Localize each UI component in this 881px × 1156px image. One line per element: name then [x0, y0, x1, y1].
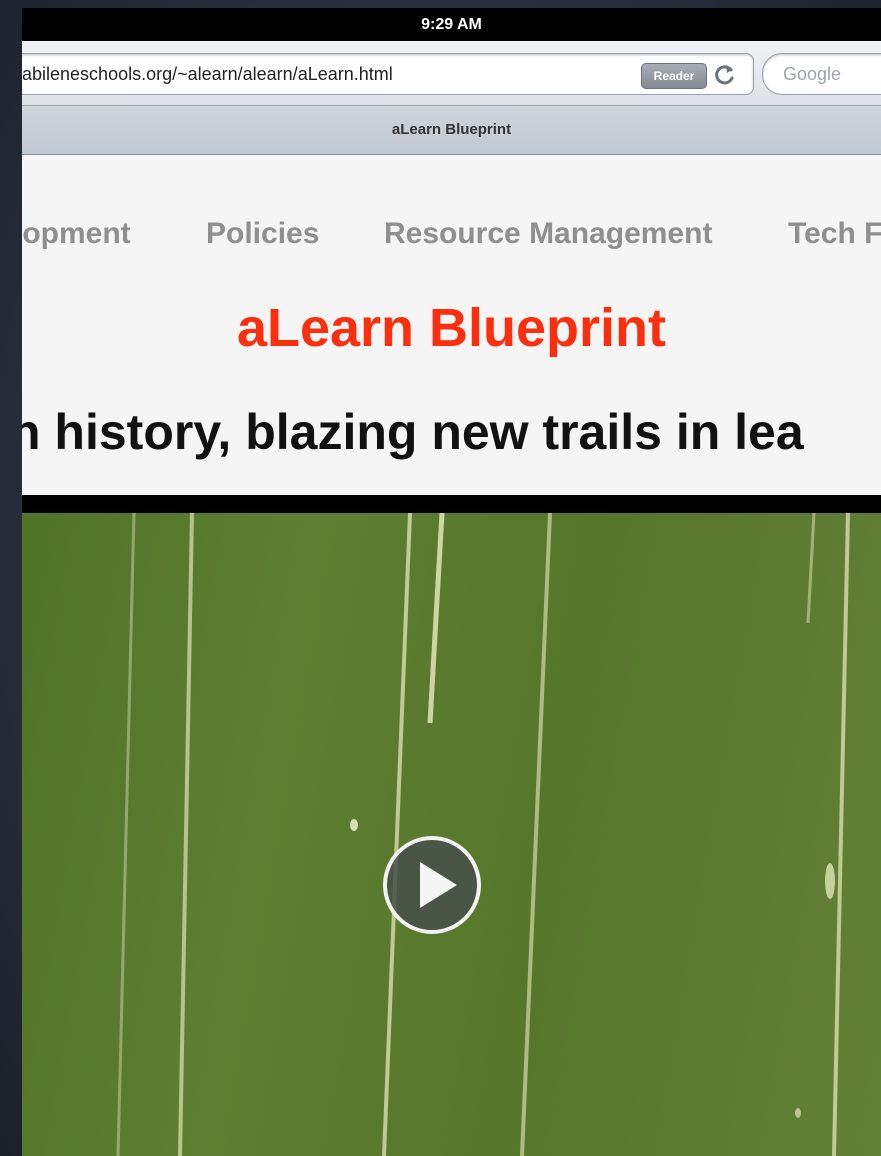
nav-item-policies[interactable]: Policies — [206, 217, 319, 251]
status-time: 9:29 AM — [421, 16, 482, 33]
search-placeholder: Google — [783, 64, 842, 84]
web-content: lopment Policies Resource Management Tec… — [22, 155, 881, 1156]
reload-icon[interactable] — [711, 61, 739, 89]
status-bar: 9:29 AM — [22, 8, 881, 41]
tab-title: aLearn Blueprint — [391, 121, 512, 138]
browser-toolbar: .abileneschools.org/~alearn/alearn/aLear… — [22, 41, 881, 106]
page-title-bar: aLearn Blueprint — [22, 106, 881, 155]
nav-item-tech[interactable]: Tech F — [788, 217, 881, 251]
reader-button[interactable]: Reader — [641, 63, 707, 89]
video-thumbnail — [22, 513, 881, 1156]
play-icon[interactable] — [381, 834, 483, 936]
nav-item-development[interactable]: lopment — [22, 217, 131, 251]
url-text: .abileneschools.org/~alearn/alearn/aLear… — [22, 64, 393, 84]
page-headline: n history, blazing new trails in lea — [22, 404, 804, 460]
search-input[interactable]: Google — [762, 53, 881, 95]
nav-item-resource-management[interactable]: Resource Management — [384, 217, 712, 251]
video-player[interactable] — [22, 495, 881, 1156]
site-nav: lopment Policies Resource Management Tec… — [22, 155, 881, 305]
ipad-screen: 9:29 AM .abileneschools.org/~alearn/alea… — [22, 8, 881, 1156]
address-bar[interactable]: .abileneschools.org/~alearn/alearn/aLear… — [22, 53, 754, 95]
page-title: aLearn Blueprint — [236, 298, 667, 358]
